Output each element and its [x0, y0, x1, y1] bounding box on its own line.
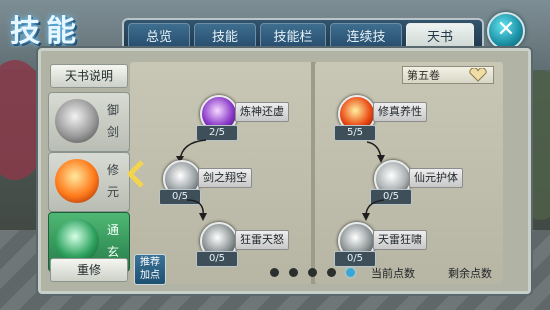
skill-name: 修真养性: [373, 102, 427, 122]
remaining-points-label: 剩余点数: [448, 267, 492, 280]
recommend-line-2: 加点: [140, 270, 160, 281]
book-label: 通玄: [106, 223, 119, 259]
skill-name: 剑之翔空: [198, 168, 252, 188]
book-sidebar: 天书说明 御剑 修元 通玄 重修: [44, 58, 130, 283]
flame-emblem-icon: [55, 159, 99, 203]
selection-chevron-icon: [127, 160, 144, 188]
skill-level: 0/5: [334, 251, 376, 267]
page-dot[interactable]: [327, 268, 336, 277]
skill-level: 5/5: [334, 125, 376, 141]
skill-name: 天雷狂啸: [373, 230, 427, 250]
book-label: 御剑: [106, 103, 119, 139]
skill-link-arrow: [186, 199, 207, 221]
skill-level: 0/5: [196, 251, 238, 267]
sword-emblem-icon: [55, 99, 99, 143]
page-dot[interactable]: [270, 268, 279, 277]
book-xiuyuan[interactable]: 修元: [48, 152, 130, 212]
page-dot[interactable]: [308, 268, 317, 277]
reset-button[interactable]: 重修: [50, 258, 128, 282]
recommend-line-1: 推荐: [140, 257, 160, 268]
page-dot[interactable]: [289, 268, 298, 277]
book-yujian[interactable]: 御剑: [48, 92, 130, 152]
heart-icon: [469, 68, 487, 82]
recommend-points-button[interactable]: 推荐 加点: [134, 254, 166, 285]
close-x-icon: ✕: [496, 17, 516, 42]
book-label: 修元: [106, 163, 119, 199]
close-button[interactable]: ✕: [487, 12, 525, 50]
intro-button[interactable]: 天书说明: [50, 64, 128, 88]
page-dot-active[interactable]: [346, 268, 355, 277]
skill-name: 仙元护体: [409, 168, 463, 188]
skill-name: 炼神还虚: [235, 102, 289, 122]
skill-name: 狂雷天怒: [235, 230, 289, 250]
current-points-label: 当前点数: [371, 267, 415, 280]
window-title: 技能: [10, 14, 82, 49]
jade-emblem-icon: [55, 219, 99, 263]
skill-link-arrow: [362, 199, 385, 221]
